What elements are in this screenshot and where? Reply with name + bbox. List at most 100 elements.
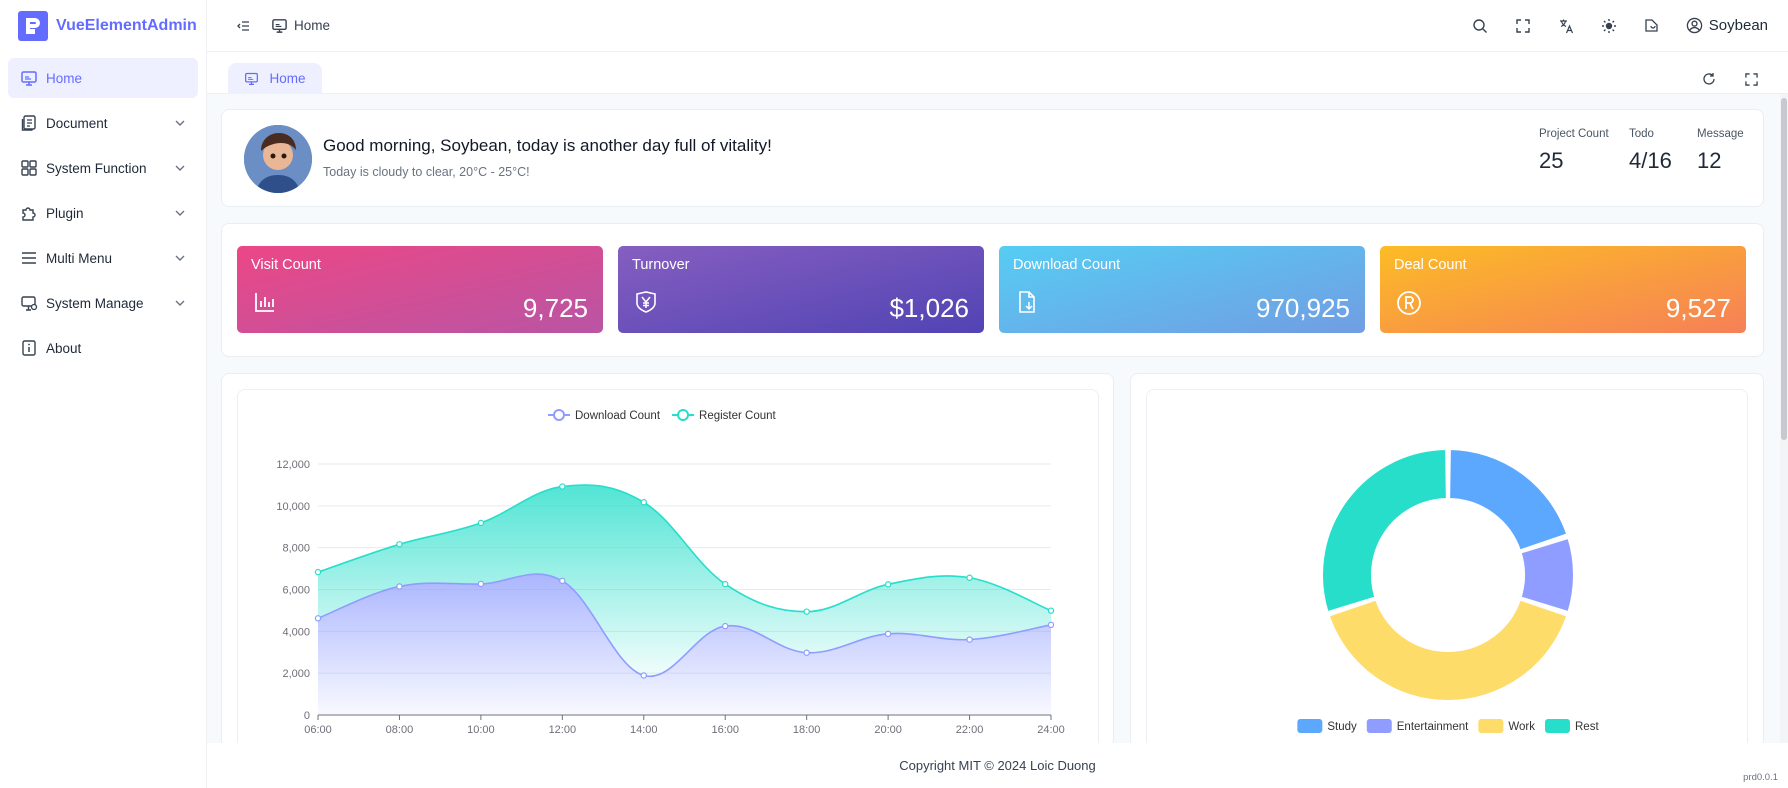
- breadcrumb-label: Home: [294, 18, 331, 33]
- user-menu[interactable]: Soybean: [1686, 17, 1768, 34]
- data-point: [722, 622, 729, 630]
- tab-home[interactable]: Home: [228, 63, 322, 94]
- sidebar-item-label: Document: [46, 115, 108, 131]
- footer: Copyright MIT © 2024 Loic Duong: [207, 743, 1788, 788]
- y-tick-label: 2,000: [282, 668, 310, 680]
- line-chart: 0 2,000 4,000 6,000 8,000 10,000 12,000 06:00 08…: [276, 409, 1065, 736]
- pie-slice-rest: [1321, 448, 1448, 614]
- kpi-value: 970,925: [1256, 293, 1350, 323]
- legend-label: Rest: [1575, 721, 1599, 733]
- sidebar-item-plugin[interactable]: Plugin: [8, 193, 198, 233]
- theme-config-button[interactable]: [1635, 9, 1669, 43]
- sidebar-item-label: System Function: [46, 160, 147, 176]
- kpi-title: Turnover: [632, 257, 690, 273]
- fullscreen-button[interactable]: [1506, 9, 1540, 43]
- kpi-title: Visit Count: [251, 257, 321, 273]
- reload-button[interactable]: [1692, 62, 1726, 96]
- kpi-section: Visit Count 9,725 Turnover $1,026 Downlo…: [221, 223, 1764, 357]
- x-tick-label: 22:00: [956, 724, 984, 736]
- data-point: [884, 581, 892, 588]
- legend-label: Study: [1327, 721, 1357, 733]
- stat-project-count: Project Count 25: [1539, 128, 1609, 174]
- kpi-card-download-count: Download Count 970,925: [999, 246, 1365, 333]
- user-name: Soybean: [1708, 17, 1768, 34]
- stat-value: 4/16: [1629, 148, 1672, 173]
- legend-item: Study: [1297, 719, 1357, 733]
- data-point: [477, 580, 485, 588]
- sidebar-item-label: System Manage: [46, 295, 144, 311]
- legend-marker: [677, 409, 690, 421]
- refresh-icon: [1703, 73, 1715, 85]
- data-point: [559, 483, 566, 490]
- y-tick-label: 0: [304, 710, 310, 722]
- version-label: prd0.0.1: [1743, 772, 1778, 783]
- line-chart-card: 0 2,000 4,000 6,000 8,000 10,000 12,000 06:00 08…: [221, 373, 1114, 749]
- stat-label: Project Count: [1539, 128, 1609, 140]
- sidebar-item-multi-menu[interactable]: Multi Menu: [8, 238, 198, 278]
- tab-bar: Home: [207, 52, 1788, 94]
- data-point: [1047, 607, 1055, 614]
- sidebar-item-label: Multi Menu: [46, 250, 113, 266]
- stat-todo: Todo 4/16: [1629, 128, 1672, 174]
- collapse-sidebar-button[interactable]: [227, 9, 261, 43]
- pie-slice-entertainment: [1519, 536, 1575, 614]
- sidebar-item-system-function[interactable]: System Function: [8, 148, 198, 188]
- language-button[interactable]: [1549, 9, 1583, 43]
- search-button[interactable]: [1463, 9, 1497, 43]
- sidebar-item-about[interactable]: About: [8, 328, 198, 368]
- header-actions: Soybean: [1463, 9, 1768, 43]
- legend-item: Entertainment: [1366, 719, 1469, 733]
- legend-label: Download Count: [575, 410, 661, 422]
- sidebar-item-document[interactable]: Document: [8, 103, 198, 143]
- data-point: [314, 568, 322, 576]
- kpi-value: $1,026: [889, 293, 969, 323]
- data-point: [477, 519, 485, 527]
- x-tick-label: 12:00: [549, 724, 577, 736]
- monitor-icon: [21, 71, 37, 86]
- data-point: [966, 574, 973, 581]
- monitor-icon: [245, 72, 259, 85]
- copyright-text: Copyright MIT © 2024 Loic Duong: [899, 758, 1096, 773]
- sidebar-item-label: Home: [46, 70, 83, 86]
- tab-actions: [1692, 62, 1768, 96]
- y-tick-label: 10,000: [276, 501, 310, 513]
- sidebar-item-home[interactable]: Home: [8, 58, 198, 98]
- kpi-title: Download Count: [1013, 257, 1121, 273]
- chevron-down-icon: [175, 255, 185, 261]
- greeting-title: Good morning, Soybean, today is another …: [323, 136, 772, 155]
- x-tick-label: 06:00: [304, 724, 332, 736]
- stat-label: Todo: [1629, 128, 1654, 140]
- data-point: [640, 499, 647, 506]
- translate-icon: [1559, 19, 1573, 33]
- legend-swatch: [1478, 719, 1504, 733]
- tab-label: Home: [269, 71, 306, 86]
- theme-mode-button[interactable]: [1592, 9, 1626, 43]
- sidebar-item-system-manage[interactable]: System Manage: [8, 283, 198, 323]
- x-tick-label: 14:00: [630, 724, 658, 736]
- breadcrumb[interactable]: Home: [271, 17, 330, 34]
- theme-icon: [1645, 19, 1658, 32]
- x-tick-label: 20:00: [874, 724, 902, 736]
- pie-slice-study: [1448, 448, 1569, 552]
- document-icon: [21, 115, 36, 131]
- legend-item: Rest: [1545, 719, 1599, 733]
- user-circle-icon: [1686, 17, 1703, 34]
- app-name: VueElementAdmin: [56, 17, 197, 34]
- stat-value: 25: [1539, 148, 1564, 173]
- kpi-card-deal-count: Deal Count 9,527: [1380, 246, 1746, 333]
- menu-icon: [22, 252, 36, 264]
- grid-icon: [21, 160, 37, 176]
- content-fullscreen-button[interactable]: [1734, 62, 1768, 96]
- scrollbar-thumb[interactable]: [1781, 98, 1787, 440]
- bar-chart-icon: [255, 293, 274, 312]
- kpi-card-turnover: Turnover $1,026: [618, 246, 984, 333]
- data-point: [396, 541, 403, 548]
- pie-slice-work: [1327, 598, 1569, 703]
- legend-swatch: [1545, 719, 1570, 733]
- legend-label: Work: [1508, 721, 1535, 733]
- pie-chart: Study Entertainment Work Rest: [1297, 448, 1599, 733]
- y-tick-label: 4,000: [282, 626, 310, 638]
- brand[interactable]: VueElementAdmin: [0, 0, 206, 52]
- indent-icon: [237, 20, 249, 31]
- legend-label: Entertainment: [1397, 721, 1469, 733]
